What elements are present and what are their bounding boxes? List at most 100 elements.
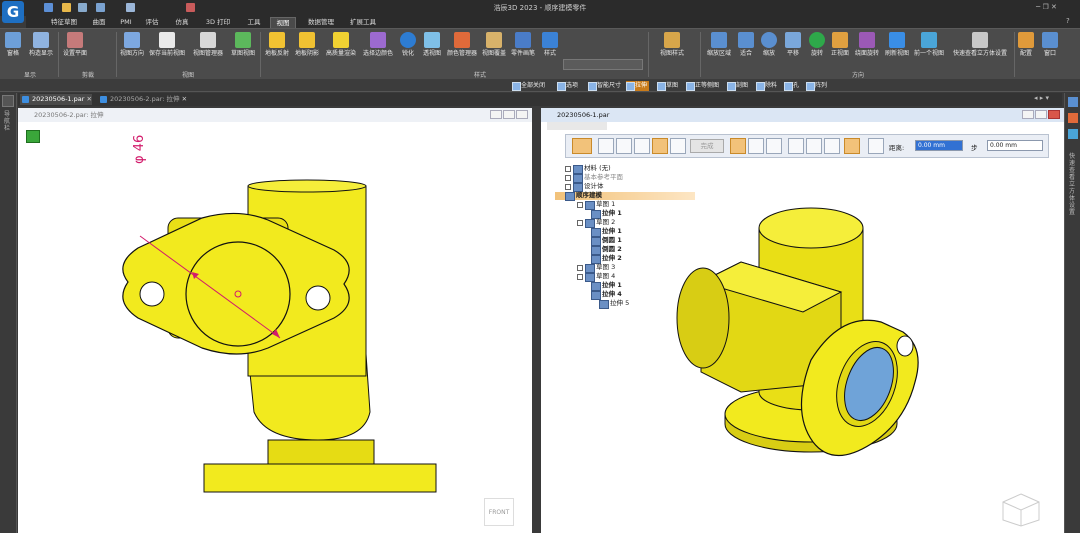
minimize-icon[interactable] bbox=[490, 110, 502, 119]
save-icon[interactable] bbox=[78, 3, 87, 12]
set-plane-button[interactable]: 设置平面 bbox=[60, 32, 90, 58]
close-icon[interactable] bbox=[1048, 110, 1060, 119]
tab-view[interactable]: 视图 bbox=[270, 17, 296, 28]
face-normal-button[interactable]: 正视面 bbox=[828, 32, 852, 58]
restore-icon[interactable] bbox=[1035, 110, 1047, 119]
tab-sketch[interactable]: 特征草图 bbox=[46, 17, 82, 28]
view-cube[interactable] bbox=[1001, 492, 1041, 528]
close-icon[interactable] bbox=[516, 110, 528, 119]
tab-surface[interactable]: 曲面 bbox=[88, 17, 110, 28]
sketch-command[interactable]: 草图 bbox=[657, 81, 678, 91]
floor-shadow-button[interactable]: 地板阴影 bbox=[292, 32, 322, 58]
tab-simulate[interactable]: 仿真 bbox=[172, 17, 192, 28]
orientation-icon bbox=[124, 32, 140, 48]
smart-dimension-command[interactable]: 智能尺寸 bbox=[588, 81, 621, 91]
style-button[interactable]: 样式 bbox=[540, 32, 560, 58]
select-icon[interactable] bbox=[186, 3, 195, 12]
window-title: 浩辰3D 2023 - 顺序建模零件 bbox=[493, 4, 587, 12]
previous-view-button[interactable]: 前一个视图 bbox=[912, 32, 946, 58]
edge-color-icon bbox=[370, 32, 386, 48]
part-painter-button[interactable]: 零件画笔 bbox=[508, 32, 538, 58]
doc-tab-1[interactable]: 20230506-1.par ✕ bbox=[20, 94, 92, 105]
hq-render-button[interactable]: 高质量渲染 bbox=[322, 32, 360, 58]
view-cube-settings-button[interactable]: 快速查看立方体设置 bbox=[946, 32, 1014, 58]
color-icon[interactable] bbox=[1068, 113, 1078, 123]
perspective-button[interactable]: 透视图 bbox=[420, 32, 444, 58]
undo-icon[interactable] bbox=[96, 3, 105, 12]
front-view-canvas[interactable] bbox=[18, 122, 532, 533]
close-all-command[interactable]: 全部关闭 bbox=[512, 81, 545, 91]
painter-icon bbox=[515, 32, 531, 48]
edge-color-button[interactable]: 选择边颜色 bbox=[360, 32, 396, 58]
isometric-command[interactable]: 正等侧图 bbox=[686, 81, 719, 91]
left-window-titlebar: 20230506-2.par: 拉伸 bbox=[18, 108, 532, 122]
pattern-command[interactable]: 阵列 bbox=[806, 81, 827, 91]
tab-3dprint[interactable]: 3D 打印 bbox=[204, 17, 232, 28]
isometric-view-canvas[interactable] bbox=[541, 122, 1064, 533]
diameter-dimension[interactable]: φ 46 bbox=[132, 135, 147, 164]
new-icon[interactable] bbox=[44, 3, 53, 12]
render-icon bbox=[333, 32, 349, 48]
construction-display-button[interactable]: 构造显示 bbox=[26, 32, 56, 58]
view-cube-front[interactable]: FRONT bbox=[484, 498, 514, 526]
view-overlay-button[interactable]: 视图覆盖 bbox=[480, 32, 508, 58]
sketch-view-button[interactable]: 草图视图 bbox=[228, 32, 258, 58]
view-orientation-button[interactable]: 视图方向 bbox=[118, 32, 146, 58]
cutout-command[interactable]: 除料 bbox=[756, 81, 777, 91]
open-icon[interactable] bbox=[62, 3, 71, 12]
refresh-icon bbox=[889, 32, 905, 48]
pan-button[interactable]: 平移 bbox=[782, 32, 804, 58]
help-icon[interactable]: ? bbox=[1066, 17, 1070, 25]
print-icon[interactable] bbox=[126, 3, 135, 12]
view-manager-button[interactable]: 视图管理器 bbox=[190, 32, 226, 58]
close-tab-icon[interactable]: ✕ bbox=[87, 95, 92, 103]
pane-button[interactable]: 窗格 bbox=[2, 32, 24, 58]
group-display: 显示 bbox=[23, 72, 36, 79]
tab-extensions[interactable]: 扩展工具 bbox=[346, 17, 380, 28]
tab-tools[interactable]: 工具 bbox=[244, 17, 264, 28]
sharpen-button[interactable]: 锐化 bbox=[398, 32, 418, 58]
rotate-about-face-button[interactable]: 绕面旋转 bbox=[852, 32, 882, 58]
save-view-button[interactable]: 保存当前视图 bbox=[146, 32, 188, 58]
color-manager-button[interactable]: 颜色管理器 bbox=[444, 32, 480, 58]
pathfinder-toggle-icon[interactable] bbox=[2, 95, 14, 107]
left-document-window[interactable]: 20230506-2.par: 拉伸 φ 46 FRONT bbox=[18, 108, 532, 533]
doc-tab-2[interactable]: 20230506-2.par: 拉伸 ✕ bbox=[98, 94, 187, 105]
tab-pmi[interactable]: PMI bbox=[118, 17, 134, 28]
right-window-titlebar: 20230506-1.par bbox=[541, 108, 1064, 122]
minimize-icon[interactable] bbox=[1022, 110, 1034, 119]
shadow-icon bbox=[299, 32, 315, 48]
floor-reflection-button[interactable]: 地板反射 bbox=[262, 32, 292, 58]
extrude-command[interactable]: 拉伸 bbox=[626, 81, 650, 91]
panel-icon[interactable] bbox=[1068, 97, 1078, 107]
tab-evaluate[interactable]: 评估 bbox=[142, 17, 162, 28]
view-manager-icon bbox=[200, 32, 216, 48]
view-cube-icon bbox=[972, 32, 988, 48]
group-orientation: 方向 bbox=[851, 72, 864, 79]
section-command[interactable]: 剖图 bbox=[727, 81, 748, 91]
rotate-button[interactable]: 旋转 bbox=[806, 32, 828, 58]
previous-view-icon bbox=[921, 32, 937, 48]
layers-icon[interactable] bbox=[1068, 129, 1078, 139]
close-tab-icon[interactable]: ✕ bbox=[182, 95, 187, 103]
zoom-button[interactable]: 缩放 bbox=[758, 32, 780, 58]
app-logo[interactable]: G bbox=[2, 1, 24, 23]
refresh-view-button[interactable]: 刷新视图 bbox=[882, 32, 912, 58]
zoom-area-button[interactable]: 缩放区域 bbox=[704, 32, 734, 58]
fit-button[interactable]: 适合 bbox=[736, 32, 756, 58]
restore-icon[interactable] bbox=[503, 110, 515, 119]
right-document-window[interactable]: 20230506-1.par 完成 距离: 0.00 mm 步 0.00 mm … bbox=[541, 108, 1064, 533]
nav-strip-label: 导航栏 bbox=[4, 111, 11, 132]
document-tabs: 20230506-1.par ✕ 20230506-2.par: 拉伸 ✕ ◂ … bbox=[18, 93, 1062, 106]
view-style-button[interactable]: 视图样式 bbox=[652, 32, 692, 58]
tab-nav-icon[interactable]: ◂ ▸ ▾ bbox=[1034, 94, 1049, 102]
style-dropdown[interactable] bbox=[563, 59, 643, 70]
save-view-icon bbox=[159, 32, 175, 48]
window-button[interactable]: 窗口 bbox=[1040, 32, 1060, 58]
rotate-icon bbox=[809, 32, 825, 48]
hole-command[interactable]: 孔 bbox=[784, 81, 799, 91]
options-command[interactable]: 选项 bbox=[557, 81, 578, 91]
config-button[interactable]: 配置 bbox=[1016, 32, 1036, 58]
window-controls[interactable]: ─ ❐ ✕ bbox=[1036, 3, 1076, 12]
tab-data-management[interactable]: 数据管理 bbox=[304, 17, 338, 28]
